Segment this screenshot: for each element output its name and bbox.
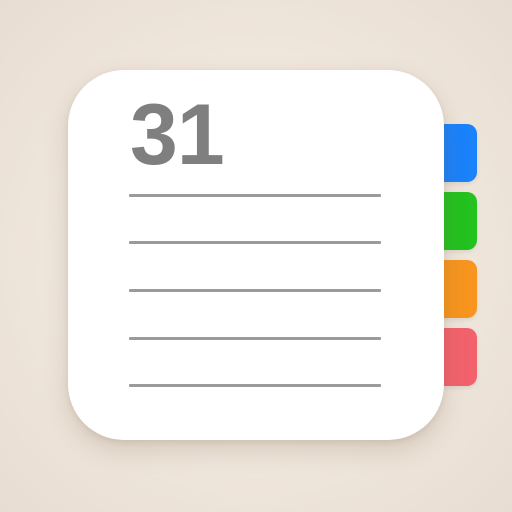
notepad-page: 31 [68, 70, 444, 440]
ruled-line [129, 194, 381, 197]
ruled-line [129, 289, 381, 292]
ruled-line [129, 337, 381, 340]
calendar-notes-app-icon: 31 [0, 0, 512, 512]
ruled-line [129, 384, 381, 387]
date-number: 31 [130, 87, 225, 183]
ruled-line [129, 241, 381, 244]
